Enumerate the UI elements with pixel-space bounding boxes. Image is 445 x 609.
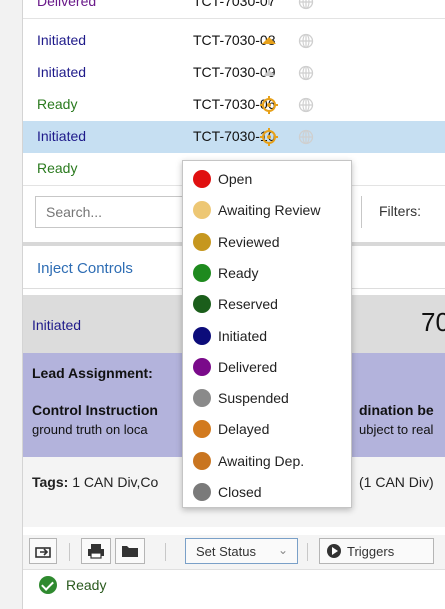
table-row[interactable]: Initiated TCT-7030-09 [23,57,445,90]
control-instructions-label: Control Instruction [32,402,158,418]
status-number: 70 [421,307,445,337]
triggers-button[interactable]: Triggers [319,538,434,564]
filters-label: Filters: [379,203,421,219]
tags-value: 1 CAN Div,Co [72,474,159,490]
status-option-label: Open [218,171,253,187]
row-status: Delivered [37,0,97,9]
ground-truth-text: ground truth on loca [32,422,148,437]
table-row[interactable]: Delivered TCT-7030-07 [23,0,445,19]
row-status: Initiated [37,128,87,144]
play-icon [327,544,341,558]
row-status: Ready [37,160,78,176]
tags-value-right: (1 CAN Div) [359,474,434,490]
priority-up-grey-icon [259,63,279,83]
status-dot-icon [193,295,211,314]
status-option-delayed[interactable]: Delayed [183,413,351,444]
status-option-label: Closed [218,484,262,500]
status-dot-icon [193,326,211,345]
row-status: Initiated [37,64,87,80]
toolbar-separator [165,543,166,561]
status-option-delivered[interactable]: Delivered [183,351,351,382]
status-option-label: Reviewed [218,233,280,250]
status-option-reserved[interactable]: Reserved [183,288,351,319]
status-option-label: Delayed [218,421,270,438]
row-status: Initiated [37,32,87,48]
bottom-status-label: Ready [66,577,107,593]
status-option-label: Awaiting Dep. [218,452,305,469]
tags-label: Tags: [32,474,69,490]
globe-faint-icon [298,0,314,10]
subject-text: ubject to real [359,422,434,437]
print-button[interactable] [81,538,111,564]
check-circle-icon [39,576,57,594]
status-option-label: Reserved [218,296,278,313]
status-option-closed[interactable]: Closed [183,476,351,507]
target-orange-icon [259,127,279,147]
export-button[interactable] [29,538,57,564]
status-dot-icon [193,201,211,220]
status-dot-icon [193,389,211,408]
status-dot-icon [193,451,211,470]
globe-faint-icon [298,65,314,81]
lead-assignment-label: Lead Assignment: [32,365,153,381]
status-option-suspended[interactable]: Suspended [183,382,351,413]
table-row[interactable]: Ready TCT-7030-06 [23,89,445,122]
status-dropdown-menu: Open Awaiting Review Reviewed Ready Reserved… [182,160,352,508]
status-option-initiated[interactable]: Initiated [183,320,351,351]
row-status: Ready [37,96,78,112]
triggers-label: Triggers [347,544,395,559]
status-dot-icon [193,232,211,251]
status-option-label: Initiated [218,327,268,344]
toolbar-separator [69,543,70,561]
priority-up-orange-icon [259,31,279,51]
status-option-label: Suspended [218,390,289,407]
export-icon [35,547,51,558]
tags-text: Tags: 1 CAN Div,Co [32,474,158,490]
status-dot-icon [193,170,211,188]
status-option-open[interactable]: Open [183,163,351,194]
status-dot-icon [193,357,211,376]
target-orange-icon [259,95,279,115]
set-status-dropdown[interactable]: Set Status ⌄ [185,538,298,564]
inject-controls-title[interactable]: Inject Controls [37,260,133,277]
chevron-down-icon: ⌄ [278,543,289,557]
coordination-text: dination be [359,402,434,418]
bottom-status: Ready [23,569,445,609]
set-status-label: Set Status [196,544,256,559]
status-option-awaiting-review[interactable]: Awaiting Review [183,194,351,225]
status-label: Initiated [32,317,82,333]
warning-faint-icon [259,0,279,12]
status-dot-icon [193,420,211,439]
globe-faint-icon [298,97,314,113]
folder-icon [122,546,138,557]
print-icon [88,544,104,559]
status-option-awaiting-dep[interactable]: Awaiting Dep. [183,445,351,476]
toolbar: Set Status ⌄ Triggers [23,535,445,569]
table-row[interactable]: Initiated TCT-7030-10 [23,121,445,154]
status-option-label: Ready [218,264,259,281]
status-option-ready[interactable]: Ready [183,257,351,288]
globe-faint-icon [298,129,314,145]
table-row[interactable]: Initiated TCT-7030-08 [23,25,445,58]
status-dot-icon [193,263,211,282]
status-option-reviewed[interactable]: Reviewed [183,226,351,257]
status-dot-icon [193,483,211,501]
open-folder-button[interactable] [115,538,145,564]
globe-faint-icon [298,33,314,49]
status-option-label: Awaiting Review [218,202,321,219]
status-option-label: Delivered [218,358,278,375]
toolbar-separator [307,543,308,561]
